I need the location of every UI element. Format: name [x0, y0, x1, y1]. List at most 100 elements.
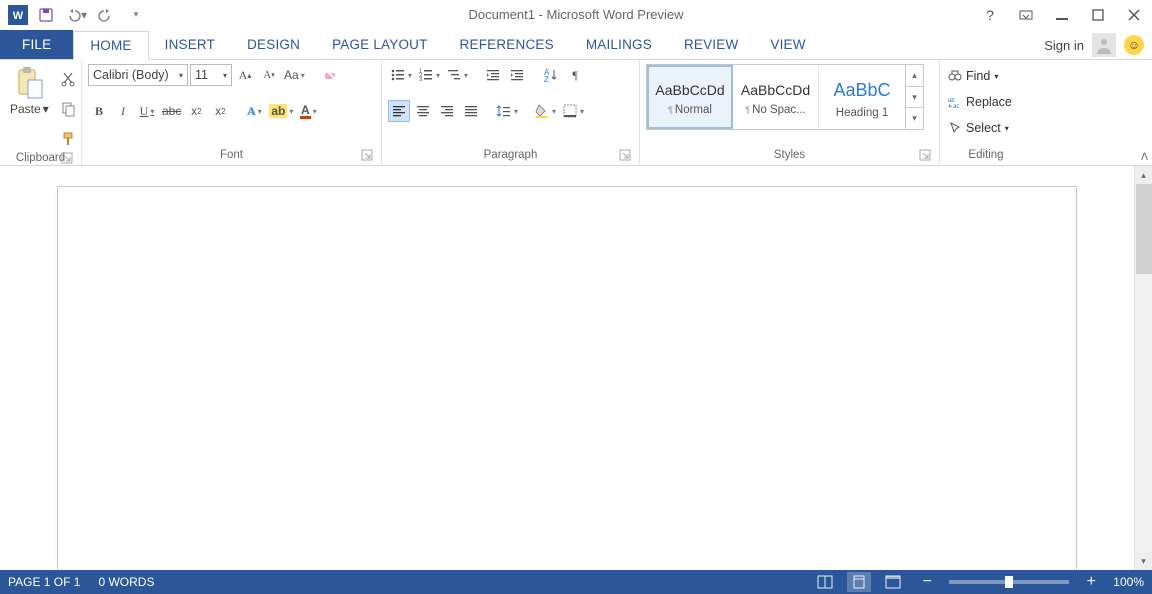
app-icon: W — [6, 3, 30, 27]
tab-view[interactable]: VIEW — [754, 30, 821, 59]
view-web-layout[interactable] — [881, 572, 905, 592]
user-avatar[interactable] — [1092, 33, 1116, 57]
tab-design[interactable]: DESIGN — [231, 30, 316, 59]
scroll-thumb[interactable] — [1136, 184, 1152, 274]
ribbon-tabs: FILE HOME INSERT DESIGN PAGE LAYOUT REFE… — [0, 30, 1152, 60]
zoom-slider[interactable] — [949, 580, 1069, 584]
group-label-paragraph: Paragraph — [484, 149, 538, 161]
styles-scroll-down[interactable]: ▾ — [906, 87, 923, 109]
align-left-button[interactable] — [388, 100, 410, 122]
font-size-combo[interactable]: 11▾ — [190, 64, 232, 86]
save-button[interactable] — [34, 3, 58, 27]
styles-expand[interactable]: ▾ — [906, 108, 923, 129]
font-name-combo[interactable]: Calibri (Body)▾ — [88, 64, 188, 86]
bullets-button[interactable]: ▾ — [388, 64, 414, 86]
scroll-up-button[interactable]: ▴ — [1135, 166, 1152, 184]
style-normal[interactable]: AaBbCcDd ¶Normal — [647, 65, 733, 129]
tab-references[interactable]: REFERENCES — [444, 30, 570, 59]
zoom-out-button[interactable]: − — [915, 572, 939, 592]
bold-button[interactable]: B — [88, 100, 110, 122]
show-marks-button[interactable]: ¶ — [564, 64, 586, 86]
highlight-button[interactable]: ab▾ — [267, 100, 295, 122]
status-words[interactable]: 0 WORDS — [98, 575, 154, 589]
redo-button[interactable] — [94, 3, 118, 27]
sort-button[interactable]: AZ — [540, 64, 562, 86]
document-page[interactable] — [57, 186, 1077, 570]
group-label-clipboard: Clipboard — [16, 152, 65, 164]
zoom-level[interactable]: 100% — [1113, 575, 1144, 589]
underline-button[interactable]: U▾ — [136, 100, 158, 122]
view-read-mode[interactable] — [813, 572, 837, 592]
line-spacing-button[interactable]: ▾ — [494, 100, 520, 122]
change-case-button[interactable]: Aa▾ — [282, 64, 307, 86]
grow-font-button[interactable]: A▴ — [234, 64, 256, 86]
multilevel-list-button[interactable]: ▾ — [444, 64, 470, 86]
format-painter-button[interactable] — [57, 128, 79, 150]
minimize-button[interactable] — [1044, 0, 1080, 30]
copy-button[interactable] — [57, 98, 79, 120]
styles-dialog-launcher[interactable] — [919, 149, 931, 161]
subscript-button[interactable]: x2 — [185, 100, 207, 122]
group-styles: AaBbCcDd ¶Normal AaBbCcDd ¶No Spac... Aa… — [640, 60, 940, 165]
group-label-font: Font — [220, 149, 243, 161]
maximize-button[interactable] — [1080, 0, 1116, 30]
sign-in-link[interactable]: Sign in — [1044, 38, 1084, 53]
styles-gallery: AaBbCcDd ¶Normal AaBbCcDd ¶No Spac... Aa… — [646, 64, 924, 130]
shading-button[interactable]: ▾ — [532, 100, 558, 122]
paste-label: Paste — [10, 102, 41, 116]
clear-formatting-button[interactable] — [319, 64, 341, 86]
undo-button[interactable]: ▾ — [64, 3, 88, 27]
numbering-button[interactable]: 123▾ — [416, 64, 442, 86]
increase-indent-button[interactable] — [506, 64, 528, 86]
shrink-font-button[interactable]: A▾ — [258, 64, 280, 86]
help-button[interactable]: ? — [972, 0, 1008, 30]
italic-button[interactable]: I — [112, 100, 134, 122]
tab-mailings[interactable]: MAILINGS — [570, 30, 668, 59]
scroll-down-button[interactable]: ▾ — [1135, 552, 1152, 570]
ribbon: Paste▾ Clipboard Calibri (Body)▾ 11▾ A▴ … — [0, 60, 1152, 166]
styles-scroll-up[interactable]: ▴ — [906, 65, 923, 87]
tab-file[interactable]: FILE — [0, 30, 73, 59]
decrease-indent-button[interactable] — [482, 64, 504, 86]
svg-text:3: 3 — [419, 77, 423, 83]
status-page[interactable]: PAGE 1 OF 1 — [8, 575, 80, 589]
font-color-button[interactable]: A▾ — [297, 100, 319, 122]
svg-text:ac: ac — [953, 104, 959, 109]
clipboard-dialog-launcher[interactable] — [61, 152, 73, 164]
align-center-button[interactable] — [412, 100, 434, 122]
align-right-button[interactable] — [436, 100, 458, 122]
collapse-ribbon-button[interactable]: ᐱ — [1141, 152, 1148, 163]
replace-button[interactable]: abac Replace — [946, 92, 1014, 112]
tab-insert[interactable]: INSERT — [149, 30, 231, 59]
find-button[interactable]: Find▾ — [946, 66, 1014, 86]
group-editing: Find▾ abac Replace Select▾ Editing — [940, 60, 1032, 165]
group-paragraph: ▾ 123▾ ▾ AZ ¶ ▾ ▾ ▾ Para — [382, 60, 640, 165]
cut-button[interactable] — [57, 68, 79, 90]
select-button[interactable]: Select▾ — [946, 118, 1014, 138]
borders-button[interactable]: ▾ — [560, 100, 586, 122]
group-label-editing: Editing — [968, 149, 1003, 161]
tab-home[interactable]: HOME — [73, 31, 148, 60]
paragraph-dialog-launcher[interactable] — [619, 149, 631, 161]
binoculars-icon — [948, 69, 962, 83]
close-button[interactable] — [1116, 0, 1152, 30]
font-dialog-launcher[interactable] — [361, 149, 373, 161]
view-print-layout[interactable] — [847, 572, 871, 592]
ribbon-display-options-button[interactable] — [1008, 0, 1044, 30]
text-effects-button[interactable]: A▾ — [243, 100, 265, 122]
justify-button[interactable] — [460, 100, 482, 122]
style-heading-1[interactable]: AaBbC Heading 1 — [819, 65, 905, 129]
customize-qat-button[interactable]: ▾ — [124, 3, 148, 27]
feedback-smiley-icon[interactable]: ☺ — [1124, 35, 1144, 55]
paste-button[interactable]: Paste▾ — [6, 64, 53, 118]
superscript-button[interactable]: x2 — [209, 100, 231, 122]
strikethrough-button[interactable]: abc — [160, 100, 183, 122]
zoom-in-button[interactable]: + — [1079, 572, 1103, 592]
status-bar: PAGE 1 OF 1 0 WORDS − + 100% — [0, 570, 1152, 594]
tab-page-layout[interactable]: PAGE LAYOUT — [316, 30, 443, 59]
tab-review[interactable]: REVIEW — [668, 30, 754, 59]
svg-text:Z: Z — [544, 75, 549, 83]
vertical-scrollbar[interactable]: ▴ ▾ — [1134, 166, 1152, 570]
group-label-styles: Styles — [774, 149, 805, 161]
style-no-spacing[interactable]: AaBbCcDd ¶No Spac... — [733, 65, 819, 129]
